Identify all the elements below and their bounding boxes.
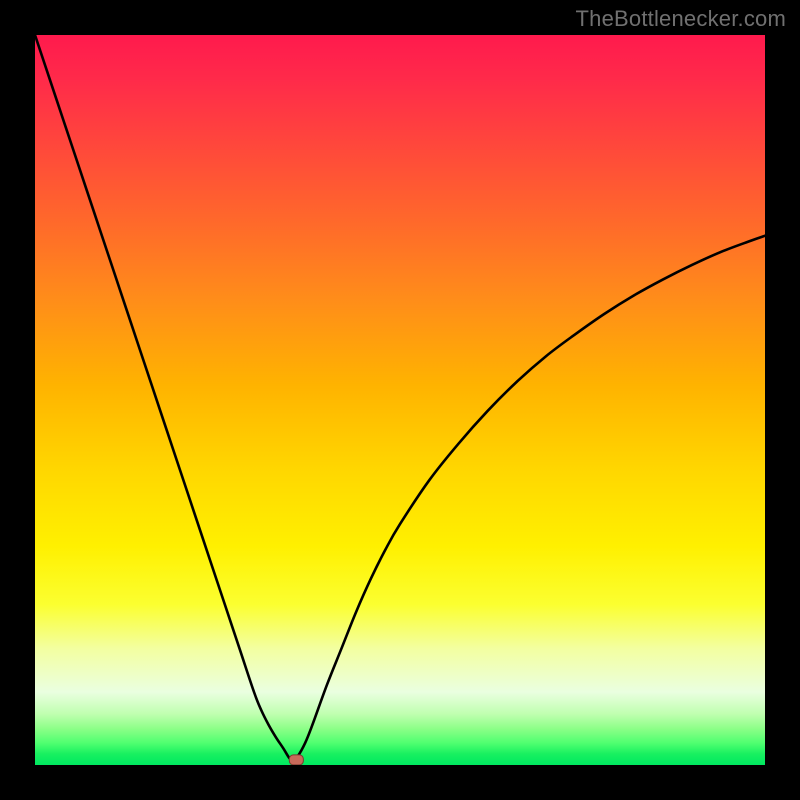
curve-left-branch bbox=[35, 35, 293, 761]
curve-layer bbox=[35, 35, 765, 765]
curve-right-branch bbox=[293, 236, 765, 762]
minimum-marker bbox=[289, 755, 303, 765]
watermark-text: TheBottlenecker.com bbox=[576, 6, 786, 32]
chart-frame: TheBottlenecker.com bbox=[0, 0, 800, 800]
plot-area bbox=[35, 35, 765, 765]
